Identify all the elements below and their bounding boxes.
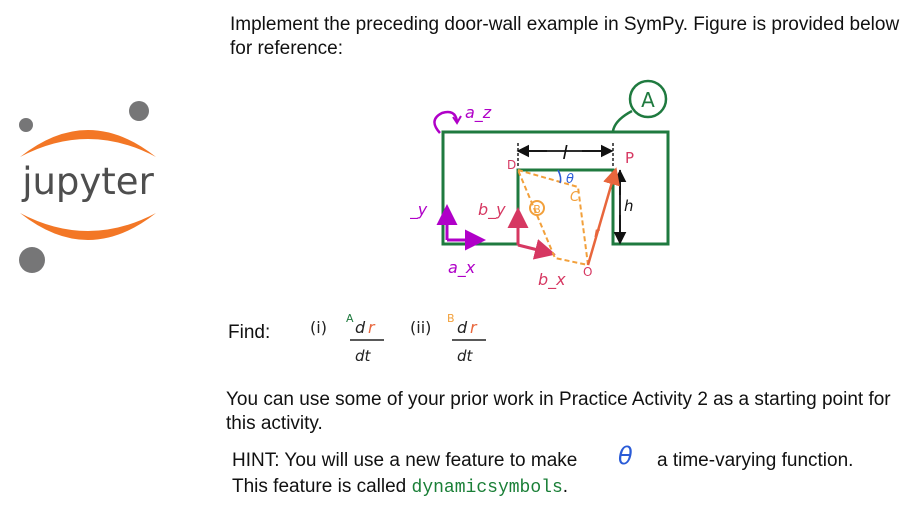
wall-outline xyxy=(441,130,670,246)
point-o-label: O xyxy=(583,265,592,279)
frame-b-label: B xyxy=(533,203,541,216)
ax-label: a_x xyxy=(448,258,476,278)
point-c-label: C xyxy=(570,190,580,205)
logo-arc-top xyxy=(20,130,156,157)
hint-line2-suffix: . xyxy=(562,476,569,497)
item1-denominator: dt xyxy=(355,347,372,365)
find-label: Find: xyxy=(228,322,271,343)
position-vector-r xyxy=(586,167,620,266)
logo-wordmark: jupyter xyxy=(21,160,154,203)
dynamicsymbols-code: dynamicsymbols xyxy=(411,478,563,498)
bx-axis xyxy=(517,239,556,260)
hint-line2-prefix: This feature is called xyxy=(232,476,412,497)
az-label: a_z xyxy=(465,103,492,123)
logo-dot-bottom-left xyxy=(19,247,45,273)
logo-dot-top-left xyxy=(19,118,33,132)
item1-numerator: d xyxy=(355,318,366,337)
find-expressions: (i) A d r dt (ii) B d r dt xyxy=(310,312,486,365)
item2-denominator: dt xyxy=(457,347,474,365)
item2-numerator: d xyxy=(457,318,468,337)
logo-arc-bottom xyxy=(20,213,156,240)
ay-label: a_y xyxy=(410,200,428,220)
az-rotation-arrow xyxy=(433,110,459,134)
frame-a-label: A xyxy=(641,88,655,112)
frame-a-pointer xyxy=(611,109,633,132)
hint-text-end: a time-varying function. xyxy=(657,450,854,471)
theta-label: θ xyxy=(566,172,574,187)
by-label: b_y xyxy=(478,200,506,220)
logo-dot-top-right xyxy=(129,101,149,121)
bx-label: b_x xyxy=(538,270,566,290)
door-outline xyxy=(516,168,590,267)
jupyter-logo: jupyter xyxy=(19,101,156,273)
item1-var: r xyxy=(368,318,376,337)
item2-prefix: (ii) xyxy=(410,318,431,337)
item1-prefix: (i) xyxy=(310,318,327,337)
hint-line2: This feature is called dynamicsymbols. xyxy=(232,475,568,500)
intro-text: Implement the preceding door-wall exampl… xyxy=(230,14,900,59)
hint-text-start: HINT: You will use a new feature to make xyxy=(232,450,578,471)
l-label: l xyxy=(562,142,568,164)
h-label: h xyxy=(624,197,634,215)
point-p-label: P xyxy=(625,149,634,167)
hint-theta-symbol: θ xyxy=(618,442,633,470)
item1-frame: A xyxy=(346,312,354,325)
point-d-label: D xyxy=(507,158,516,172)
item2-frame: B xyxy=(447,312,455,325)
theta-icon: θ xyxy=(618,442,633,470)
prior-work-text: You can use some of your prior work in P… xyxy=(226,389,891,434)
item2-var: r xyxy=(470,318,478,337)
door-wall-figure: A a_z a_y a_x b_y b_x B θ l h r P O C D xyxy=(410,79,670,290)
